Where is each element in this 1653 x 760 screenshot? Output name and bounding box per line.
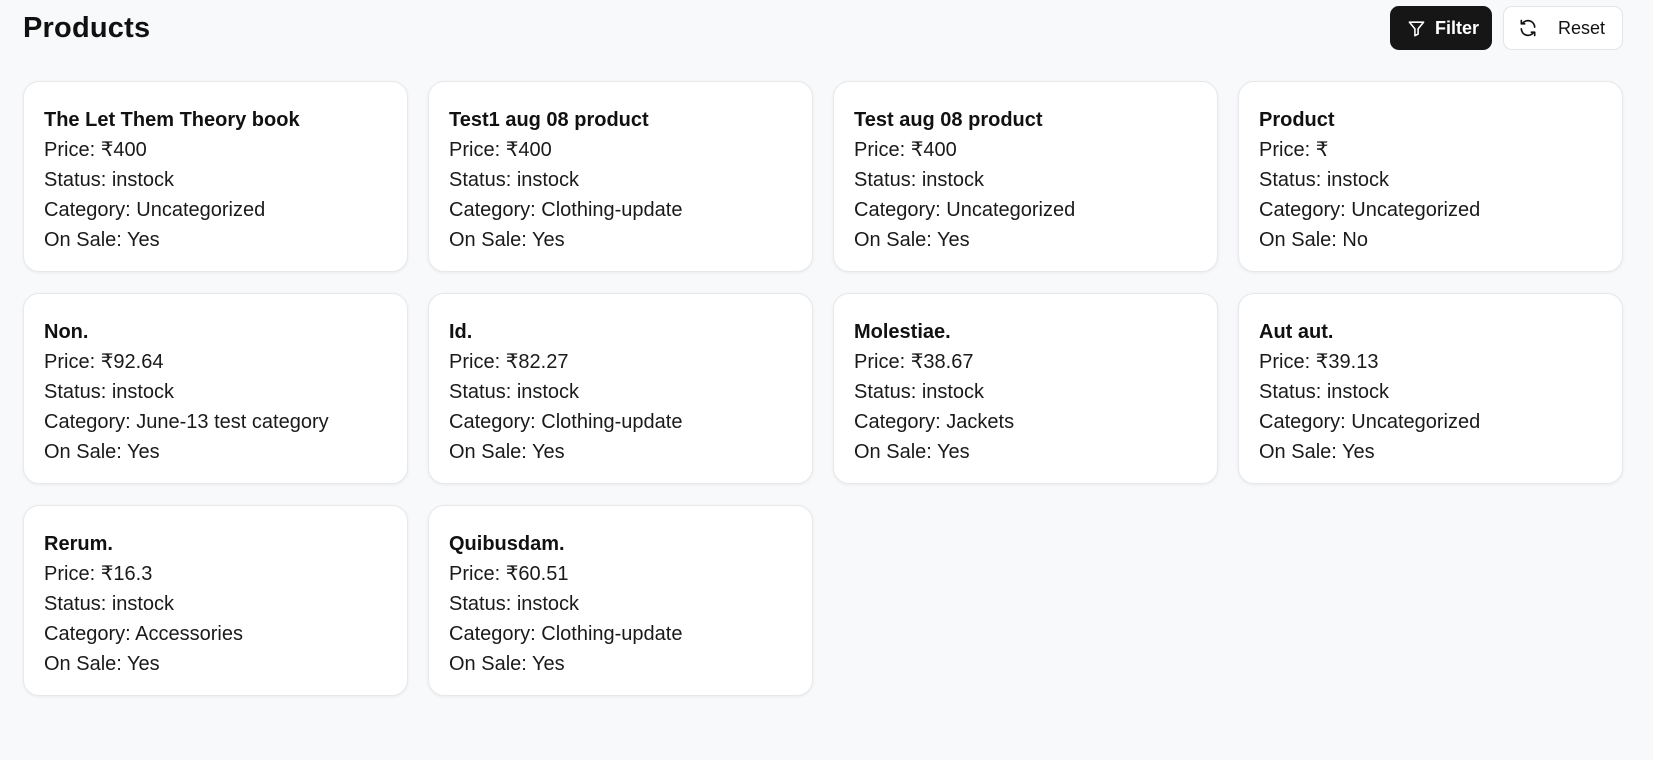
product-category: Category: Clothing-update [449, 623, 683, 645]
refresh-icon [1518, 18, 1538, 38]
product-category: Category: Clothing-update [449, 199, 683, 221]
page-title: Products [23, 11, 151, 44]
product-card[interactable]: Non. Price: ₹92.64 Status: instock Categ… [23, 293, 408, 484]
product-name: Quibusdam. [449, 533, 565, 555]
product-status: Status: instock [449, 169, 580, 191]
product-status: Status: instock [44, 593, 175, 615]
product-card[interactable]: Rerum. Price: ₹16.3 Status: instock Cate… [23, 505, 408, 696]
toolbar: Filter Reset [1390, 6, 1623, 50]
product-on-sale: On Sale: Yes [854, 229, 970, 251]
product-price: Price: ₹38.67 [854, 351, 974, 373]
filter-button[interactable]: Filter [1390, 6, 1492, 50]
product-category: Category: Uncategorized [1259, 199, 1481, 221]
product-price: Price: ₹39.13 [1259, 351, 1379, 373]
product-category: Category: Jackets [854, 411, 1015, 433]
product-status: Status: instock [854, 169, 985, 191]
product-category: Category: Uncategorized [854, 199, 1076, 221]
product-name: The Let Them Theory book [44, 109, 300, 131]
product-category: Category: June-13 test category [44, 411, 329, 433]
product-on-sale: On Sale: No [1259, 229, 1368, 251]
filter-button-label: Filter [1435, 17, 1480, 38]
product-price: Price: ₹16.3 [44, 563, 153, 585]
product-price: Price: ₹60.51 [449, 563, 569, 585]
product-card[interactable]: Molestiae. Price: ₹38.67 Status: instock… [833, 293, 1218, 484]
product-category: Category: Clothing-update [449, 411, 683, 433]
product-on-sale: On Sale: Yes [449, 653, 565, 675]
product-name: Non. [44, 321, 89, 343]
product-on-sale: On Sale: Yes [854, 441, 970, 463]
product-category: Category: Accessories [44, 623, 243, 645]
product-price: Price: ₹92.64 [44, 351, 164, 373]
product-status: Status: instock [854, 381, 985, 403]
product-name: Id. [449, 321, 473, 343]
product-grid: The Let Them Theory book Price: ₹400 Sta… [23, 81, 1623, 696]
product-card[interactable]: The Let Them Theory book Price: ₹400 Sta… [23, 81, 408, 272]
product-name: Molestiae. [854, 321, 951, 343]
product-name: Aut aut. [1259, 321, 1334, 343]
product-card[interactable]: Aut aut. Price: ₹39.13 Status: instock C… [1238, 293, 1623, 484]
product-name: Test1 aug 08 product [449, 109, 649, 131]
product-on-sale: On Sale: Yes [1259, 441, 1375, 463]
product-category: Category: Uncategorized [1259, 411, 1481, 433]
product-price: Price: ₹400 [854, 139, 957, 161]
page-header: Products Filter Reset [23, 6, 1623, 50]
product-status: Status: instock [449, 381, 580, 403]
reset-button[interactable]: Reset [1503, 6, 1623, 50]
product-card[interactable]: Quibusdam. Price: ₹60.51 Status: instock… [428, 505, 813, 696]
product-price: Price: ₹82.27 [449, 351, 569, 373]
product-status: Status: instock [44, 169, 175, 191]
product-on-sale: On Sale: Yes [449, 229, 565, 251]
product-card[interactable]: Test aug 08 product Price: ₹400 Status: … [833, 81, 1218, 272]
product-card[interactable]: Product Price: ₹ Status: instock Categor… [1238, 81, 1623, 272]
product-name: Product [1259, 109, 1335, 131]
product-card[interactable]: Test1 aug 08 product Price: ₹400 Status:… [428, 81, 813, 272]
product-category: Category: Uncategorized [44, 199, 266, 221]
product-on-sale: On Sale: Yes [449, 441, 565, 463]
product-price: Price: ₹ [1259, 139, 1329, 161]
product-name: Test aug 08 product [854, 109, 1043, 131]
product-card[interactable]: Id. Price: ₹82.27 Status: instock Catego… [428, 293, 813, 484]
product-on-sale: On Sale: Yes [44, 229, 160, 251]
product-name: Rerum. [44, 533, 113, 555]
filter-icon [1407, 19, 1426, 38]
product-price: Price: ₹400 [449, 139, 552, 161]
product-status: Status: instock [44, 381, 175, 403]
product-status: Status: instock [1259, 381, 1390, 403]
product-on-sale: On Sale: Yes [44, 653, 160, 675]
product-status: Status: instock [449, 593, 580, 615]
product-on-sale: On Sale: Yes [44, 441, 160, 463]
product-price: Price: ₹400 [44, 139, 147, 161]
reset-button-label: Reset [1558, 17, 1606, 38]
product-status: Status: instock [1259, 169, 1390, 191]
